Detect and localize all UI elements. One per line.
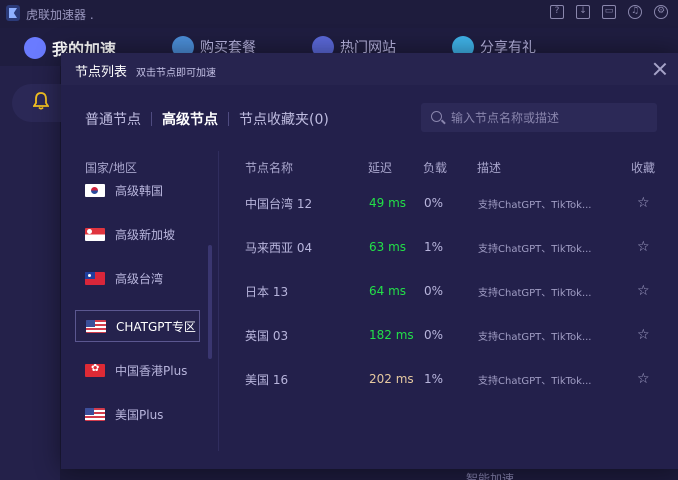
region-label: 高级台湾 <box>115 271 164 286</box>
column-header-load[interactable]: 负载 <box>423 159 447 176</box>
search-input[interactable] <box>451 103 651 132</box>
hong-kong-flag-icon <box>85 363 105 377</box>
taiwan-flag-icon <box>85 271 105 285</box>
app-logo-icon <box>6 5 20 21</box>
star-icon[interactable]: ☆ <box>637 225 650 269</box>
region-item-selected[interactable]: CHATGPT专区 <box>75 310 200 342</box>
star-icon[interactable]: ☆ <box>637 313 650 357</box>
region-label: 中国香港Plus <box>115 363 188 378</box>
usa-flag-icon <box>86 319 106 333</box>
node-load: 0% <box>424 284 444 298</box>
node-latency: 63 ms <box>369 240 407 254</box>
region-item[interactable]: 高级韩国 <box>75 174 200 206</box>
table-row[interactable]: 中国台湾 12 49 ms 0% 支持ChatGPT、TikTok... ☆ <box>234 181 664 225</box>
region-label: 美国Plus <box>115 407 164 422</box>
star-icon[interactable]: ☆ <box>637 269 650 313</box>
titlebar-icons: ? ↓ ▭ ♫ ⚙ <box>550 5 668 19</box>
help-icon[interactable]: ? <box>550 5 564 19</box>
node-latency: 202 ms <box>369 372 414 386</box>
node-latency: 64 ms <box>369 284 407 298</box>
tab-favorites[interactable]: 节点收藏夹(0) <box>239 109 329 129</box>
table-row[interactable]: 马来西亚 04 63 ms 1% 支持ChatGPT、TikTok... ☆ <box>234 225 664 269</box>
table-row[interactable]: 英国 03 182 ms 0% 支持ChatGPT、TikTok... ☆ <box>234 313 664 357</box>
node-search <box>421 103 657 132</box>
south-korea-flag-icon <box>85 183 105 197</box>
search-icon <box>431 111 442 122</box>
region-item[interactable]: 高级新加坡 <box>75 218 200 250</box>
region-item[interactable]: 中国香港Plus <box>75 354 200 386</box>
node-name: 中国台湾 12 <box>245 196 313 211</box>
column-header-description: 描述 <box>477 161 502 175</box>
side-panel <box>0 66 60 480</box>
dialog-subtitle: 双击节点即可加速 <box>136 68 216 79</box>
column-divider <box>218 151 219 451</box>
usa-flag-icon <box>85 407 105 421</box>
node-latency: 182 ms <box>369 328 414 342</box>
bell-icon[interactable] <box>32 92 50 110</box>
tab-normal-nodes[interactable]: 普通节点 <box>85 109 141 129</box>
node-name: 英国 03 <box>245 328 289 343</box>
node-load: 1% <box>424 372 444 386</box>
star-icon[interactable]: ☆ <box>637 357 650 401</box>
node-load: 0% <box>424 328 444 342</box>
node-description: 支持ChatGPT、TikTok... <box>478 243 592 255</box>
app-title: 虎联加速器 . <box>26 8 94 22</box>
node-name: 马来西亚 04 <box>245 240 313 255</box>
dialog-header: 节点列表 双击节点即可加速 <box>61 53 678 85</box>
node-name: 美国 16 <box>245 372 289 387</box>
column-header-favorite: 收藏 <box>631 161 656 175</box>
region-scrollbar[interactable] <box>208 245 212 359</box>
node-list-dialog: 节点列表 双击节点即可加速 普通节点 高级节点 节点收藏夹(0) 国家/地区 高… <box>61 53 678 469</box>
star-icon[interactable]: ☆ <box>637 181 650 225</box>
region-label: CHATGPT专区 <box>116 319 196 334</box>
column-header-latency[interactable]: 延迟 <box>368 159 392 176</box>
node-description: 支持ChatGPT、TikTok... <box>478 375 592 387</box>
node-latency: 49 ms <box>369 196 407 210</box>
node-tabs: 普通节点 高级节点 节点收藏夹(0) <box>85 109 329 129</box>
node-description: 支持ChatGPT、TikTok... <box>478 331 592 343</box>
headset-icon[interactable]: ♫ <box>628 5 642 19</box>
singapore-flag-icon <box>85 227 105 241</box>
smart-acceleration-label: 智能加速 <box>466 472 515 480</box>
node-name: 日本 13 <box>245 284 289 299</box>
node-load: 0% <box>424 196 444 210</box>
tab-premium-nodes[interactable]: 高级节点 <box>162 109 218 129</box>
table-row[interactable]: 日本 13 64 ms 0% 支持ChatGPT、TikTok... ☆ <box>234 269 664 313</box>
title-bar: 虎联加速器 . ? ↓ ▭ ♫ ⚙ <box>0 0 678 28</box>
rocket-icon <box>24 37 46 59</box>
region-label: 高级新加坡 <box>115 227 176 242</box>
node-description: 支持ChatGPT、TikTok... <box>478 199 592 211</box>
region-label: 高级韩国 <box>115 183 164 198</box>
node-description: 支持ChatGPT、TikTok... <box>478 287 592 299</box>
region-item[interactable]: 高级台湾 <box>75 262 200 294</box>
settings-icon[interactable]: ⚙ <box>654 5 668 19</box>
table-row[interactable]: 美国 16 202 ms 1% 支持ChatGPT、TikTok... ☆ <box>234 357 664 401</box>
node-load: 1% <box>424 240 444 254</box>
tab-divider <box>228 112 229 126</box>
region-item[interactable]: 美国Plus <box>75 398 200 430</box>
download-icon[interactable]: ↓ <box>576 5 590 19</box>
tab-divider <box>151 112 152 126</box>
folder-icon[interactable]: ▭ <box>602 5 616 19</box>
close-icon[interactable] <box>652 61 668 77</box>
dialog-title: 节点列表 <box>75 65 128 80</box>
column-header-name[interactable]: 节点名称 <box>245 159 293 176</box>
